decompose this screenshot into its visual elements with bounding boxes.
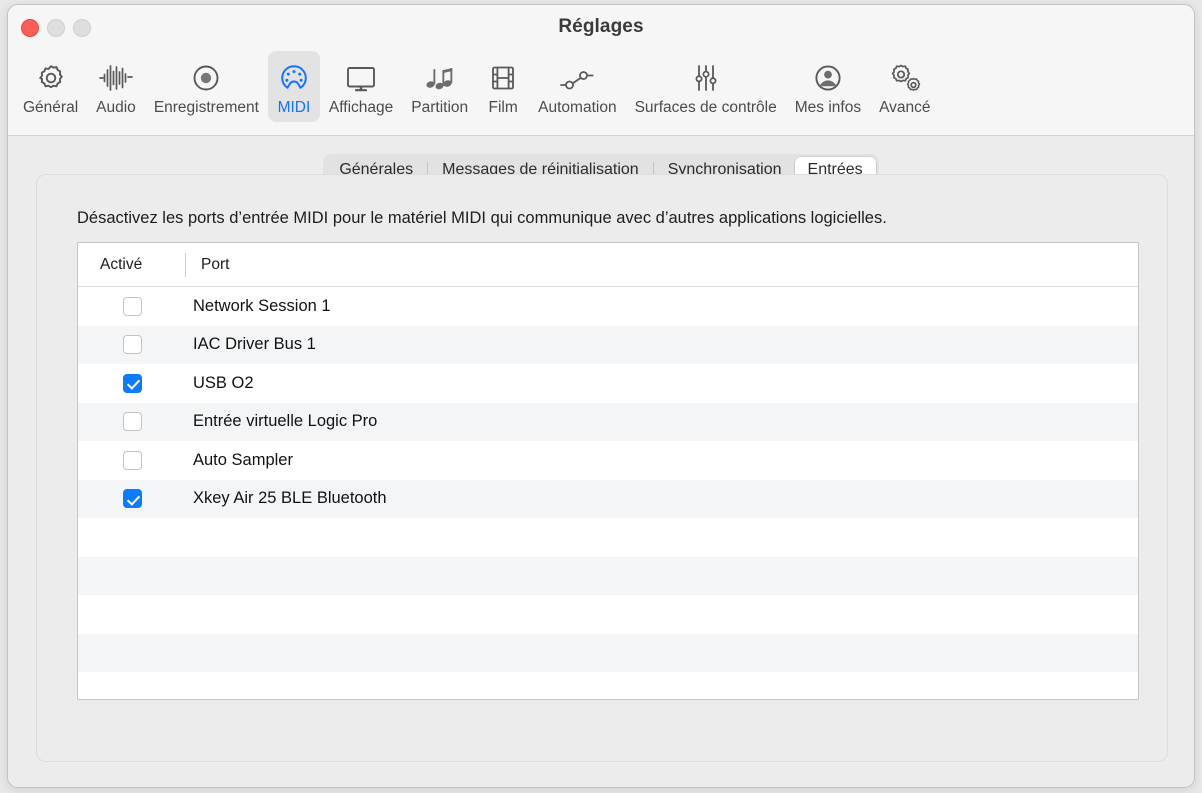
enabled-cell bbox=[78, 335, 193, 355]
enabled-cell bbox=[78, 373, 193, 393]
port-name: Network Session 1 bbox=[193, 296, 331, 315]
toolbar-item-midi[interactable]: MIDI bbox=[267, 51, 320, 122]
toolbar-item-label: Affichage bbox=[328, 99, 394, 116]
port-name: USB O2 bbox=[193, 373, 254, 392]
music-notes-icon bbox=[422, 58, 458, 98]
toolbar-item-general[interactable]: Général bbox=[14, 51, 87, 122]
panel-description: Désactivez les ports d’entrée MIDI pour … bbox=[77, 209, 887, 227]
toolbar-item-enregistrement[interactable]: Enregistrement bbox=[145, 51, 268, 122]
toolbar-item-label: Film bbox=[488, 99, 518, 116]
gear-icon bbox=[34, 58, 68, 98]
table-row[interactable]: USB O2 bbox=[78, 364, 1138, 403]
toolbar-item-avance[interactable]: Avancé bbox=[870, 51, 939, 122]
toolbar-item-automation[interactable]: Automation bbox=[529, 51, 625, 122]
column-header-port[interactable]: Port bbox=[185, 256, 229, 274]
table-row-empty bbox=[78, 518, 1138, 557]
film-strip-icon bbox=[486, 58, 520, 98]
toolbar-item-label: MIDI bbox=[277, 99, 311, 116]
settings-toolbar: Général Audio Enregistrement MIDI Affich… bbox=[8, 51, 1194, 136]
port-name: IAC Driver Bus 1 bbox=[193, 335, 316, 354]
enabled-cell bbox=[78, 489, 193, 509]
settings-panel: Désactivez les ports d’entrée MIDI pour … bbox=[36, 174, 1168, 762]
window-title: Réglages bbox=[558, 16, 644, 37]
midi-connector-icon bbox=[277, 58, 311, 98]
table-header: Activé Port bbox=[78, 243, 1138, 287]
user-circle-icon bbox=[811, 58, 845, 98]
table-row-empty bbox=[78, 556, 1138, 595]
double-gear-icon bbox=[886, 58, 924, 98]
toolbar-item-film[interactable]: Film bbox=[477, 51, 529, 122]
enabled-checkbox[interactable] bbox=[123, 412, 142, 432]
enabled-checkbox[interactable] bbox=[123, 373, 142, 393]
toolbar-item-label: Automation bbox=[538, 99, 617, 116]
toolbar-item-audio[interactable]: Audio bbox=[87, 51, 145, 122]
record-circle-icon bbox=[189, 58, 223, 98]
table-row-empty bbox=[78, 672, 1138, 699]
enabled-checkbox[interactable] bbox=[123, 296, 142, 316]
toolbar-item-surfaces-de-controle[interactable]: Surfaces de contrôle bbox=[626, 51, 786, 122]
toolbar-item-label: Général bbox=[23, 99, 79, 116]
midi-inputs-table: Activé Port Network Session 1 IAC Driver… bbox=[77, 242, 1139, 700]
automation-nodes-icon bbox=[557, 58, 597, 98]
toolbar-item-mes-infos[interactable]: Mes infos bbox=[786, 51, 870, 122]
table-row[interactable]: Network Session 1 bbox=[78, 287, 1138, 326]
settings-content: Générales Messages de réinitialisation S… bbox=[8, 136, 1194, 787]
toolbar-item-partition[interactable]: Partition bbox=[402, 51, 477, 122]
toolbar-item-label: Partition bbox=[411, 99, 469, 116]
port-name: Xkey Air 25 BLE Bluetooth bbox=[193, 489, 387, 508]
waveform-icon bbox=[97, 58, 135, 98]
enabled-checkbox[interactable] bbox=[123, 335, 142, 355]
enabled-checkbox[interactable] bbox=[123, 450, 142, 470]
table-row[interactable]: Entrée virtuelle Logic Pro bbox=[78, 402, 1138, 441]
column-header-enabled[interactable]: Activé bbox=[78, 256, 185, 274]
enabled-cell bbox=[78, 412, 193, 432]
table-row-empty bbox=[78, 633, 1138, 672]
port-name: Entrée virtuelle Logic Pro bbox=[193, 412, 378, 431]
port-name: Auto Sampler bbox=[193, 450, 293, 469]
toolbar-item-label: Enregistrement bbox=[153, 99, 259, 116]
title-bar: Réglages bbox=[8, 5, 1194, 51]
table-row[interactable]: Auto Sampler bbox=[78, 441, 1138, 480]
display-monitor-icon bbox=[343, 58, 379, 98]
table-row-empty bbox=[78, 595, 1138, 634]
toolbar-item-label: Mes infos bbox=[794, 99, 862, 116]
enabled-cell bbox=[78, 296, 193, 316]
enabled-checkbox[interactable] bbox=[123, 489, 142, 509]
column-divider[interactable] bbox=[185, 253, 186, 277]
toolbar-item-label: Avancé bbox=[879, 99, 931, 116]
toolbar-item-label: Audio bbox=[96, 99, 136, 116]
settings-window: Réglages Général Audio Enregistrement MI… bbox=[7, 4, 1195, 788]
table-row[interactable]: IAC Driver Bus 1 bbox=[78, 325, 1138, 364]
enabled-cell bbox=[78, 450, 193, 470]
sliders-icon bbox=[689, 58, 723, 98]
toolbar-item-label: Surfaces de contrôle bbox=[634, 99, 777, 116]
table-row[interactable]: Xkey Air 25 BLE Bluetooth bbox=[78, 479, 1138, 518]
toolbar-item-affichage[interactable]: Affichage bbox=[320, 51, 402, 122]
